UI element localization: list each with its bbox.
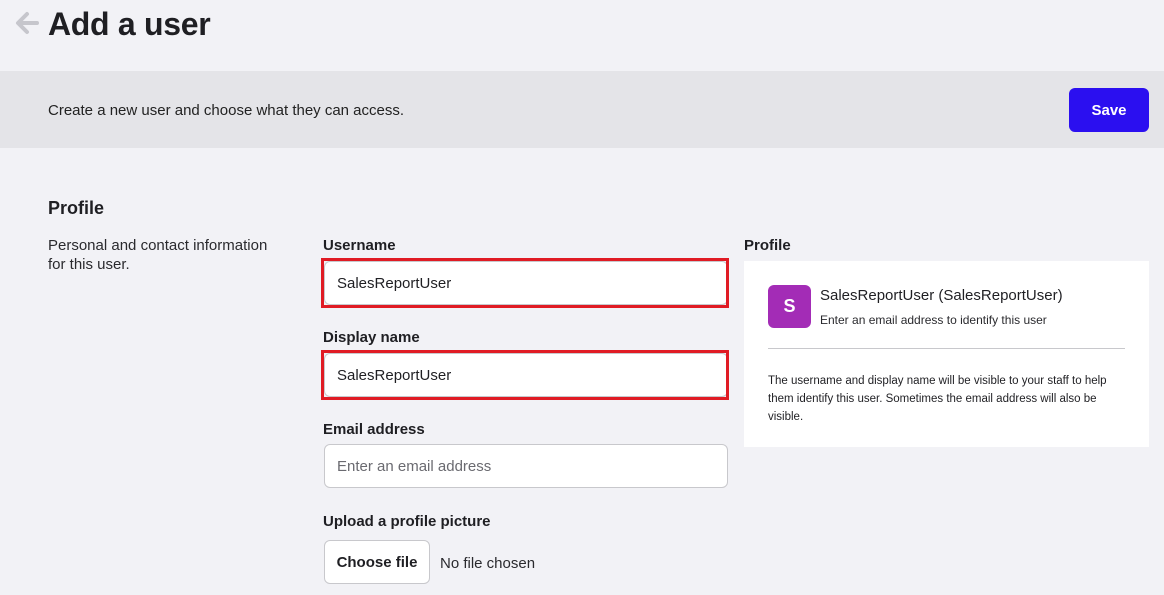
email-label: Email address bbox=[323, 421, 425, 438]
banner-description: Create a new user and choose what they c… bbox=[48, 102, 405, 119]
preview-note: The username and display name will be vi… bbox=[768, 375, 1107, 423]
divider bbox=[768, 348, 1125, 349]
username-input[interactable] bbox=[324, 261, 728, 305]
preview-name: SalesReportUser (SalesReportUser) bbox=[820, 287, 1063, 304]
preview-email-hint: Enter an email address to identify this … bbox=[820, 313, 1047, 327]
preview-label: Profile bbox=[744, 237, 791, 254]
section-description: Personal and contact information for thi… bbox=[48, 237, 268, 273]
arrow-left-icon[interactable] bbox=[14, 10, 40, 36]
action-banner: Create a new user and choose what they c… bbox=[0, 71, 1164, 148]
page-title: Add a user bbox=[48, 6, 211, 42]
avatar: S bbox=[768, 285, 811, 328]
username-label: Username bbox=[323, 237, 396, 254]
email-input[interactable] bbox=[324, 444, 728, 488]
profile-preview-card: S SalesReportUser (SalesReportUser) Ente… bbox=[744, 261, 1149, 447]
display-name-label: Display name bbox=[323, 329, 420, 346]
profile-picture-label: Upload a profile picture bbox=[323, 513, 491, 530]
section-title-profile: Profile bbox=[48, 198, 105, 218]
display-name-input[interactable] bbox=[324, 353, 728, 397]
page-header: Add a user bbox=[0, 0, 1164, 71]
choose-file-button[interactable]: Choose file bbox=[324, 540, 430, 584]
file-status: No file chosen bbox=[440, 555, 536, 572]
save-button[interactable]: Save bbox=[1069, 88, 1149, 132]
